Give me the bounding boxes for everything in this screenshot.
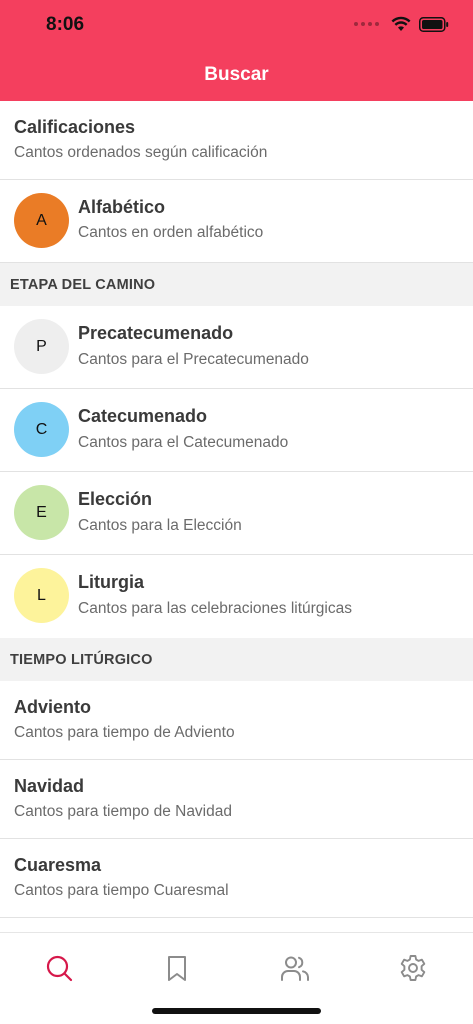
list-item-calificaciones[interactable]: Calificaciones Cantos ordenados según ca… [0, 101, 473, 180]
item-title: Calificaciones [14, 117, 136, 137]
gear-icon [400, 955, 426, 981]
bookmark-icon [168, 956, 186, 981]
item-subtitle: Cantos en orden alfabético [78, 224, 264, 241]
users-icon [281, 956, 309, 981]
header: 8:06 Buscar [0, 0, 473, 101]
battery-icon [419, 16, 449, 32]
section-label: TIEMPO LITÚRGICO [10, 652, 153, 668]
tab-settings[interactable] [398, 953, 428, 983]
item-subtitle: Cantos para tiempo de Adviento [14, 724, 235, 741]
list-item-navidad[interactable]: Navidad Cantos para tiempo de Navidad [0, 760, 473, 839]
item-subtitle: Cantos para tiempo de Navidad [14, 803, 232, 820]
cellular-signal-icon [354, 22, 379, 26]
item-title: Cuaresma [14, 855, 102, 875]
item-subtitle: Cantos para las celebraciones litúrgicas [78, 600, 352, 617]
item-title: Precatecumenado [78, 323, 234, 343]
list-item-liturgia[interactable]: L Liturgia Cantos para las celebraciones… [0, 555, 473, 638]
wifi-icon [391, 16, 411, 31]
search-category-list: Calificaciones Cantos ordenados según ca… [0, 101, 473, 918]
item-title: Navidad [14, 776, 85, 796]
item-subtitle: Cantos para el Catecumenado [78, 434, 289, 451]
tab-bookmarks[interactable] [162, 953, 192, 983]
item-title: Alfabético [78, 197, 166, 217]
list-item-eleccion[interactable]: E Elección Cantos para la Elección [0, 472, 473, 555]
list-item-catecumenado[interactable]: C Catecumenado Cantos para el Catecumena… [0, 389, 473, 472]
app-screen: 8:06 Buscar Calificaciones Cantos ordena… [0, 0, 473, 1024]
item-subtitle: Cantos ordenados según calificación [14, 144, 268, 161]
avatar-letter: E [14, 485, 69, 540]
list-item-alfabetico[interactable]: A Alfabético Cantos en orden alfabético [0, 180, 473, 263]
item-subtitle: Cantos para el Precatecumenado [78, 351, 309, 368]
item-title: Catecumenado [78, 406, 208, 426]
list-item-precatecumenado[interactable]: P Precatecumenado Cantos para el Precate… [0, 306, 473, 389]
section-header-etapa: ETAPA DEL CAMINO [0, 263, 473, 306]
search-icon [46, 955, 73, 982]
item-subtitle: Cantos para la Elección [78, 517, 242, 534]
item-title: Liturgia [78, 572, 144, 592]
tab-community[interactable] [280, 953, 310, 983]
avatar-letter: P [14, 319, 69, 374]
item-subtitle: Cantos para tiempo Cuaresmal [14, 882, 229, 899]
section-label: ETAPA DEL CAMINO [10, 277, 156, 293]
item-title: Elección [78, 489, 153, 509]
avatar-letter: C [14, 402, 69, 457]
avatar-letter: A [14, 193, 69, 248]
section-header-tiempo: TIEMPO LITÚRGICO [0, 638, 473, 681]
page-title: Buscar [204, 64, 269, 85]
tab-search[interactable] [44, 953, 74, 983]
home-indicator [152, 1008, 321, 1014]
status-icons [354, 16, 449, 32]
avatar-letter: L [14, 568, 69, 623]
status-time: 8:06 [46, 14, 85, 35]
list-item-cuaresma[interactable]: Cuaresma Cantos para tiempo Cuaresmal [0, 839, 473, 918]
list-item-adviento[interactable]: Adviento Cantos para tiempo de Adviento [0, 681, 473, 760]
item-title: Adviento [14, 697, 92, 717]
